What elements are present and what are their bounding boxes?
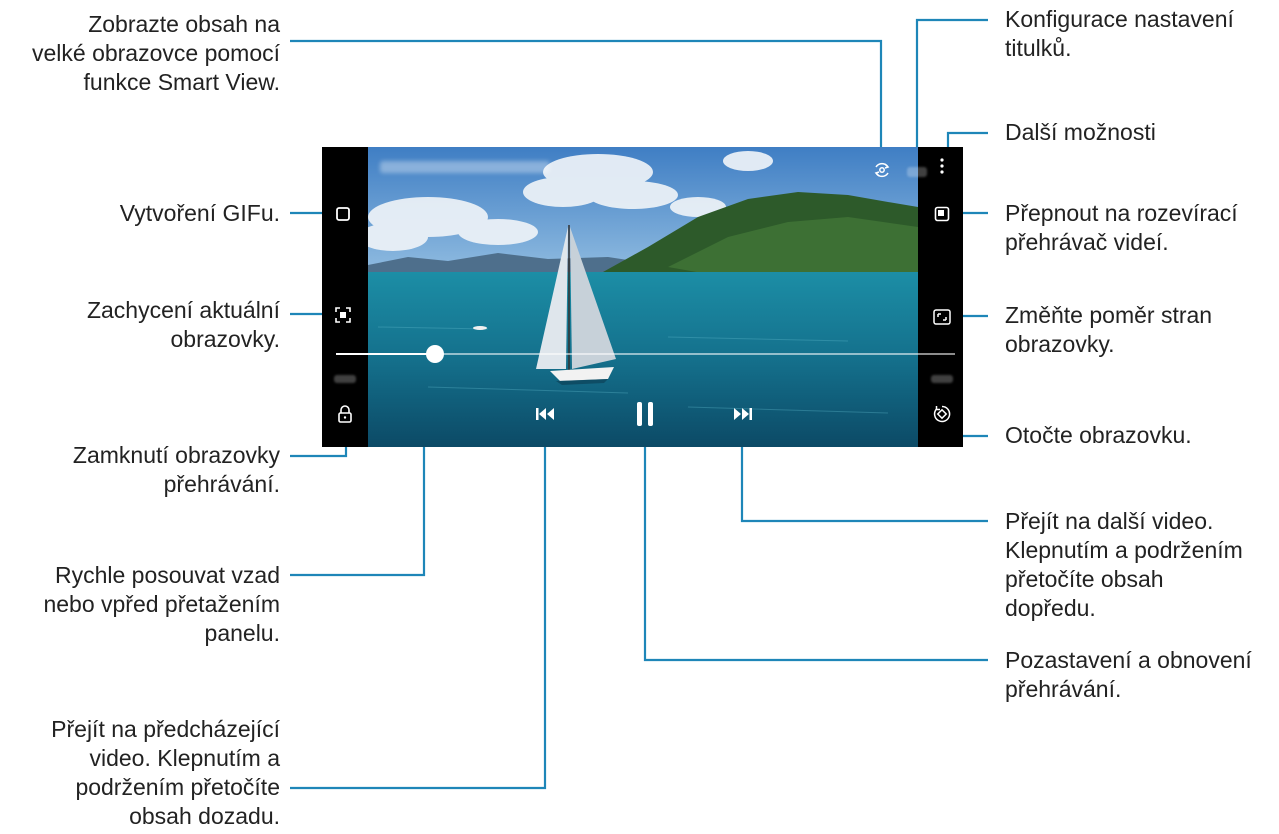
- popup-player-button[interactable]: [931, 203, 953, 225]
- pause-button[interactable]: [633, 400, 657, 428]
- video-title: [380, 161, 550, 173]
- line-pause: [643, 428, 988, 662]
- capture-button[interactable]: [332, 304, 354, 326]
- seek-bar-handle[interactable]: [426, 345, 444, 363]
- seek-bar-progress: [336, 353, 435, 355]
- aspect-ratio-icon: [933, 309, 951, 325]
- callout-seek: Rychle posouvat vzad nebo vpřed přetažen…: [43, 562, 280, 646]
- seek-bar[interactable]: [336, 345, 955, 363]
- rotate-icon: [933, 405, 951, 423]
- left-control-bar: [322, 147, 368, 447]
- callout-next: Přejít na další video. Klepnutím a podrž…: [1005, 508, 1243, 621]
- lock-button[interactable]: [334, 403, 356, 425]
- line-subtitles: [915, 18, 988, 163]
- previous-icon: [536, 408, 554, 420]
- popup-player-icon: [934, 206, 950, 222]
- more-options-button[interactable]: [931, 155, 953, 177]
- pause-icon: [637, 402, 653, 426]
- callout-popup: Přepnout na rozevírací přehrávač videí.: [1005, 200, 1238, 255]
- previous-button[interactable]: [534, 403, 556, 425]
- subtitles-button[interactable]: [907, 167, 927, 177]
- next-button[interactable]: [732, 403, 754, 425]
- callout-lock: Zamknutí obrazovky přehrávání.: [72, 442, 280, 497]
- lock-icon: [338, 405, 352, 423]
- callout-gif: Vytvoření GIFu.: [119, 200, 280, 226]
- line-smart-view: [290, 39, 883, 163]
- right-time-label: [931, 375, 953, 383]
- callout-rotate: Otočte obrazovku.: [1005, 422, 1192, 448]
- smart-view-button[interactable]: [871, 159, 893, 181]
- callout-capture: Zachycení aktuální obrazovky.: [86, 297, 280, 352]
- callout-smart-view: Zobrazte obsah na velké obrazovce pomocí…: [31, 11, 280, 95]
- gif-button[interactable]: [332, 203, 354, 225]
- rotate-button[interactable]: [931, 403, 953, 425]
- aspect-ratio-button[interactable]: [931, 306, 953, 328]
- callout-ratio: Změňte poměr stran obrazovky.: [1005, 302, 1213, 357]
- more-options-icon: [940, 158, 944, 174]
- video-player: [322, 147, 963, 447]
- next-icon: [734, 408, 752, 420]
- callout-pause: Pozastavení a obnovení přehrávání.: [1005, 647, 1252, 702]
- callout-more: Další možnosti: [1005, 119, 1156, 145]
- left-time-label: [334, 375, 356, 383]
- capture-icon: [335, 307, 351, 323]
- callout-subtitles: Konfigurace nastavení titulků.: [1005, 6, 1234, 61]
- right-control-bar: [919, 147, 963, 447]
- callout-previous: Přejít na předcházející video. Klepnutím…: [51, 716, 280, 829]
- gif-icon: [336, 207, 350, 221]
- line-previous: [290, 428, 547, 790]
- smart-view-icon: [874, 162, 890, 178]
